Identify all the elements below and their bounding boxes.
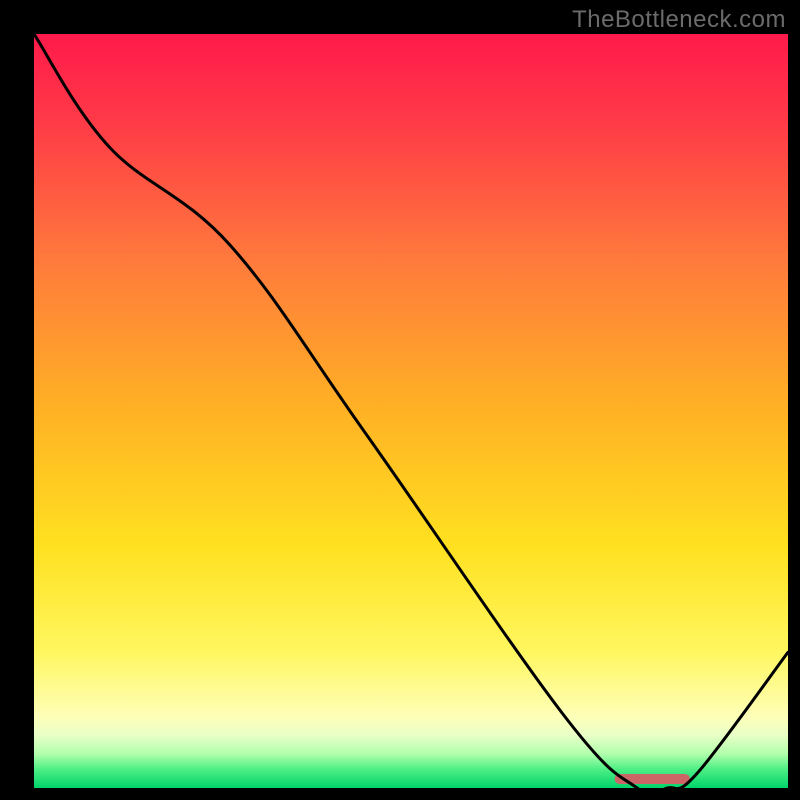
heat-field: [34, 34, 788, 788]
plot-area: [34, 34, 788, 788]
y-axis: [26, 26, 34, 796]
plot-svg: [34, 34, 788, 788]
chart-frame: TheBottleneck.com: [0, 0, 800, 800]
x-axis: [26, 788, 796, 796]
watermark-text: TheBottleneck.com: [572, 6, 786, 34]
